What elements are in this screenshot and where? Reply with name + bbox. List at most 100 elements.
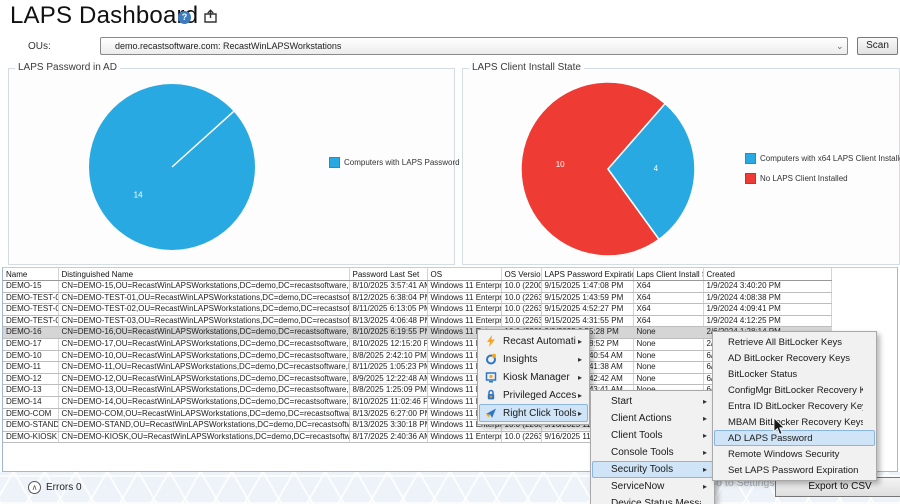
menu-item[interactable]: Security Tools ▸ (592, 461, 713, 478)
cell-password-last-set: 8/10/2025 3:57:41 AM (349, 281, 427, 293)
cell-password-last-set: 8/13/2025 3:30:18 PM (349, 420, 427, 432)
cell-name: DEMO-14 (3, 396, 58, 408)
errors-label: Errors 0 (46, 482, 82, 493)
cell-os: Windows 11 Enterprise (427, 281, 501, 293)
errors-status[interactable]: ∧ Errors 0 (28, 481, 82, 494)
chevron-up-circle-icon[interactable]: ∧ (28, 481, 41, 494)
cell-name: DEMO-16 (3, 327, 58, 339)
legend-swatch (329, 157, 340, 168)
menu-item[interactable]: Set LAPS Password Expiration ▸ (714, 462, 875, 478)
cell-distinguished-name: CN=DEMO-16,OU=RecastWinLAPSWorkstations,… (58, 327, 349, 339)
cell-password-last-set: 8/10/2025 11:02:46 PM (349, 396, 427, 408)
ou-select[interactable]: demo.recastsoftware.com: RecastWinLAPSWo… (100, 37, 848, 55)
menu-item[interactable]: Entra ID BitLocker Recovery Keys ▸ (714, 398, 875, 414)
table-row[interactable]: DEMO-16 CN=DEMO-16,OU=RecastWinLAPSWorks… (3, 327, 831, 339)
cell-distinguished-name: CN=DEMO-STAND,OU=RecastWinLAPSWorkstatio… (58, 420, 349, 432)
menu-item[interactable]: Device Status Messages ▸ (592, 495, 713, 504)
cell-distinguished-name: CN=DEMO-12,OU=RecastWinLAPSWorkstations,… (58, 373, 349, 385)
column-header[interactable]: Distinguished Name (58, 268, 349, 281)
cell-password-last-set: 8/8/2025 1:25:09 PM (349, 385, 427, 397)
menu-item[interactable]: ConfigMgr BitLocker Recovery Keys ▸ (714, 382, 875, 398)
menu-item[interactable]: ServiceNow ▸ (592, 478, 713, 495)
menu-item[interactable]: Remote Windows Security ▸ (714, 446, 875, 462)
cell-distinguished-name: CN=DEMO-KIOSK,OU=RecastWinLAPSWorkstatio… (58, 431, 349, 443)
menu-item[interactable]: Retrieve All BitLocker Keys ▸ (714, 334, 875, 350)
column-header[interactable]: OS Version (501, 268, 541, 281)
table-row[interactable]: DEMO-17 CN=DEMO-17,OU=RecastWinLAPSWorks… (3, 338, 831, 350)
cell-laps-expiration: 9/15/2025 1:47:08 PM (541, 281, 633, 293)
menu-item-insights[interactable]: Insights▸ (479, 350, 588, 368)
menu-item[interactable]: Client Actions ▸ (592, 410, 713, 427)
table-row[interactable]: DEMO-TEST-03 CN=DEMO-TEST-03,OU=RecastWi… (3, 315, 831, 327)
laps-dashboard-window: LAPS Dashboard ? OUs: demo.recastsoftwar… (0, 0, 900, 504)
cell-install-state: X64 (633, 304, 703, 316)
legend-label: Computers with LAPS Password (344, 158, 460, 167)
menu-item[interactable]: Start ▸ (592, 393, 713, 410)
menu-item[interactable]: MBAM BitLocker Recovery Keys ▸ (714, 414, 875, 430)
cell-distinguished-name: CN=DEMO-17,OU=RecastWinLAPSWorkstations,… (58, 338, 349, 350)
column-header[interactable]: Laps Client Install State (633, 268, 703, 281)
menu-item[interactable]: AD LAPS Password ▸ (714, 430, 875, 446)
submenu-arrow-icon: ▸ (576, 355, 587, 364)
menu-item[interactable]: AD BitLocker Recovery Keys ▸ (714, 350, 875, 366)
submenu-arrow-icon: ▸ (701, 482, 712, 491)
svg-text:10: 10 (556, 160, 565, 169)
cell-name: DEMO-12 (3, 373, 58, 385)
cell-install-state: X64 (633, 315, 703, 327)
ou-label: OUs: (28, 41, 51, 52)
cell-password-last-set: 8/8/2025 2:42:10 PM (349, 350, 427, 362)
help-icon[interactable]: ? (178, 11, 191, 24)
cell-distinguished-name: CN=DEMO-TEST-01,OU=RecastWinLAPSWorkstat… (58, 292, 349, 304)
cell-os-version: 10.0 (22631) (501, 292, 541, 304)
cell-install-state: None (633, 327, 703, 339)
cell-laps-expiration: 9/15/2025 4:52:27 PM (541, 304, 633, 316)
cell-os: Windows 11 Enterprise (427, 315, 501, 327)
table-row[interactable]: DEMO-TEST-02 CN=DEMO-TEST-02,OU=RecastWi… (3, 304, 831, 316)
cell-created: 1/9/2024 4:08:38 PM (703, 292, 831, 304)
cell-password-last-set: 8/13/2025 6:27:00 PM (349, 408, 427, 420)
cell-name: DEMO-15 (3, 281, 58, 293)
menu-item-recast-automation[interactable]: Recast Automation▸ (479, 332, 588, 350)
menu-item[interactable]: Client Tools ▸ (592, 427, 713, 444)
cell-created: 1/9/2024 4:12:25 PM (703, 315, 831, 327)
column-header[interactable]: Created (703, 268, 831, 281)
page-title: LAPS Dashboard (10, 2, 198, 30)
cell-distinguished-name: CN=DEMO-TEST-02,OU=RecastWinLAPSWorkstat… (58, 304, 349, 316)
lock-icon (485, 389, 497, 401)
cell-name: DEMO-COM (3, 408, 58, 420)
menu-item[interactable]: Console Tools ▸ (592, 444, 713, 461)
menu-item-privileged-access[interactable]: Privileged Access▸ (479, 386, 588, 404)
scan-button[interactable]: Scan (857, 37, 898, 55)
cell-distinguished-name: CN=DEMO-11,OU=RecastWinLAPSWorkstations,… (58, 362, 349, 374)
menu-item-kiosk-manager[interactable]: Kiosk Manager▸ (479, 368, 588, 386)
cell-os-version: 10.0 (22631) (501, 315, 541, 327)
chevron-down-icon[interactable]: ⌄ (836, 41, 844, 52)
laps-client-chart-panel: LAPS Client Install State 104 Computers … (462, 68, 900, 265)
menu-item[interactable]: BitLocker Status ▸ (714, 366, 875, 382)
cell-password-last-set: 8/13/2025 4:06:48 PM (349, 315, 427, 327)
cell-distinguished-name: CN=DEMO-14,OU=RecastWinLAPSWorkstations,… (58, 396, 349, 408)
cell-name: DEMO-11 (3, 362, 58, 374)
table-row[interactable]: DEMO-12 CN=DEMO-12,OU=RecastWinLAPSWorks… (3, 373, 831, 385)
cell-os-version: 10.0 (22000) (501, 281, 541, 293)
table-row[interactable]: DEMO-10 CN=DEMO-10,OU=RecastWinLAPSWorks… (3, 350, 831, 362)
column-header[interactable]: LAPS Password Expiration (541, 268, 633, 281)
column-header[interactable]: Password Last Set (349, 268, 427, 281)
automation-icon (485, 335, 497, 347)
cell-laps-expiration: 9/15/2025 1:43:59 PM (541, 292, 633, 304)
cell-distinguished-name: CN=DEMO-10,OU=RecastWinLAPSWorkstations,… (58, 350, 349, 362)
column-header[interactable]: Name (3, 268, 58, 281)
cell-name: DEMO-17 (3, 338, 58, 350)
context-menu-recast: Recast Automation▸ Insights▸ Kiosk Manag… (477, 329, 590, 425)
cell-created: 1/9/2024 4:09:41 PM (703, 304, 831, 316)
right-click-tools-icon (485, 407, 497, 419)
column-header[interactable]: OS (427, 268, 501, 281)
cell-created: 1/9/2024 3:40:20 PM (703, 281, 831, 293)
table-row[interactable]: DEMO-15 CN=DEMO-15,OU=RecastWinLAPSWorks… (3, 281, 831, 293)
cell-password-last-set: 8/11/2025 6:13:05 PM (349, 304, 427, 316)
table-row[interactable]: DEMO-11 CN=DEMO-11,OU=RecastWinLAPSWorks… (3, 362, 831, 374)
legend-label: No LAPS Client Installed (760, 174, 848, 183)
table-row[interactable]: DEMO-TEST-01 CN=DEMO-TEST-01,OU=RecastWi… (3, 292, 831, 304)
open-in-window-icon[interactable] (203, 9, 218, 24)
menu-item-right-click-tools[interactable]: Right Click Tools▸ (479, 404, 588, 422)
